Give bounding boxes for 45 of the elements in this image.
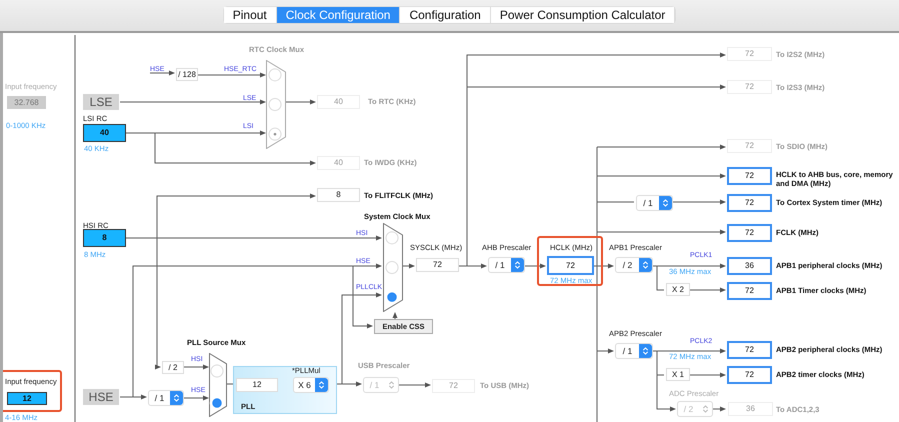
frequency-input-field[interactable]: 8 xyxy=(83,229,126,247)
value-field: / 128 xyxy=(176,68,198,81)
value-field: X 2 xyxy=(666,283,690,296)
value-field: X 1 xyxy=(666,368,690,381)
prescaler-dropdown[interactable]: / 1 xyxy=(636,195,673,211)
prescaler-dropdown[interactable]: / 2 xyxy=(615,257,653,273)
stepper-icon[interactable] xyxy=(639,258,652,272)
frequency-input-field[interactable]: 12 xyxy=(7,392,47,405)
frequency-input-field[interactable]: 40 xyxy=(83,124,126,142)
value-field: 72 xyxy=(727,224,772,242)
value-field: 12 xyxy=(236,378,278,392)
stepper-icon[interactable] xyxy=(511,258,524,272)
value-field: 72 xyxy=(727,80,772,94)
value-field: 36 xyxy=(728,402,773,416)
value-field: 8 xyxy=(317,188,360,202)
value-field: 72 xyxy=(727,47,772,61)
mux-radio[interactable] xyxy=(386,231,398,244)
prescaler-dropdown[interactable]: / 1 xyxy=(615,343,653,359)
clock-source-block: LSE xyxy=(83,94,119,110)
value-field: / 2 xyxy=(162,361,184,374)
clock-source-block: HSE xyxy=(83,389,119,405)
value-field: 72 xyxy=(727,167,772,185)
prescaler-dropdown[interactable]: / 1 xyxy=(148,390,184,406)
prescaler-dropdown[interactable]: X 6 xyxy=(293,377,329,393)
value-field: 40 xyxy=(317,95,360,109)
value-field: 72 xyxy=(727,139,772,153)
tab[interactable]: Pinout xyxy=(224,7,277,23)
value-field: 72 xyxy=(547,256,594,275)
value-field: 72 xyxy=(416,258,459,272)
stepper-icon[interactable] xyxy=(639,344,652,358)
prescaler-dropdown[interactable]: / 1 xyxy=(488,257,525,273)
value-field: 72 xyxy=(727,282,772,300)
value-field: 72 xyxy=(727,366,772,384)
highlight-frame xyxy=(537,236,603,286)
tab[interactable]: Configuration xyxy=(400,7,491,23)
tab[interactable]: Power Consumption Calculator xyxy=(490,7,676,23)
value-field: 40 xyxy=(317,156,360,170)
stepper-icon[interactable] xyxy=(659,196,672,210)
stepper-icon[interactable] xyxy=(170,391,183,405)
stepper-icon[interactable] xyxy=(315,378,328,392)
frequency-input-field: 32.768 xyxy=(7,96,46,109)
value-field: 36 xyxy=(727,257,772,275)
value-field: 72 xyxy=(727,341,772,359)
value-field: 72 xyxy=(432,379,475,393)
value-field: 72 xyxy=(727,194,772,212)
